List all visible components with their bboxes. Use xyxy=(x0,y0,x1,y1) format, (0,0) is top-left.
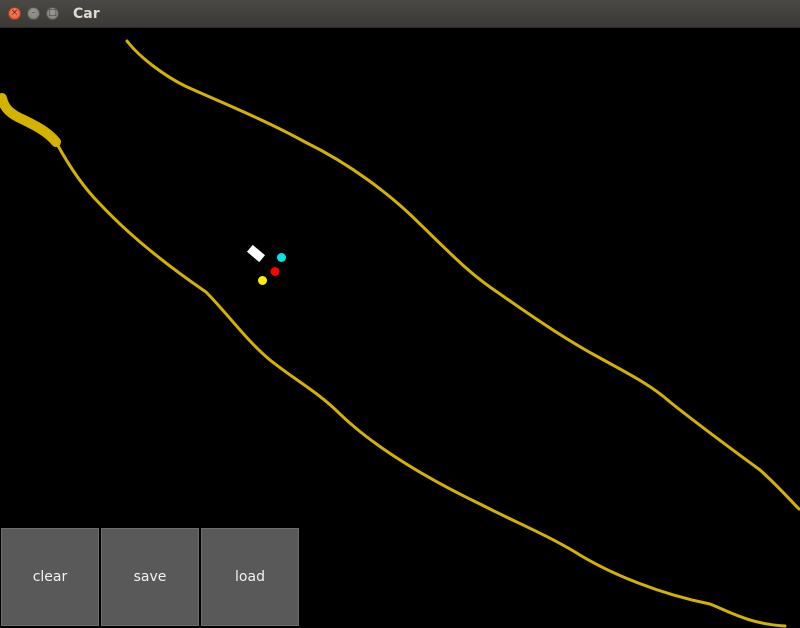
car xyxy=(246,244,266,263)
title-bar: × – □ Car xyxy=(0,0,800,28)
load-button[interactable]: load xyxy=(201,528,299,626)
clear-button[interactable]: clear xyxy=(1,528,99,626)
window-title: Car xyxy=(73,6,100,22)
close-window-icon[interactable]: × xyxy=(8,7,21,20)
sensor-yellow xyxy=(258,276,267,285)
sand-line-thick xyxy=(0,93,61,147)
sensor-red xyxy=(270,267,280,276)
minimize-window-icon[interactable]: – xyxy=(27,7,40,20)
sensor-cyan xyxy=(277,253,286,262)
sand-line-right-border xyxy=(125,39,800,511)
maximize-window-icon[interactable]: □ xyxy=(46,7,59,20)
save-button[interactable]: save xyxy=(101,528,199,626)
